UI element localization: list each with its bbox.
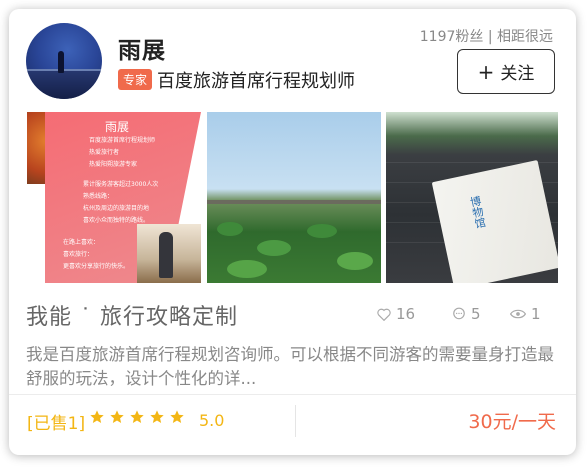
poster-inset-person	[159, 232, 173, 278]
lotus-leaf	[307, 224, 337, 238]
follow-button[interactable]: + 关注	[457, 49, 555, 94]
eye-icon	[510, 309, 526, 319]
comment-icon	[453, 307, 465, 320]
views-metric: 1	[510, 305, 541, 323]
star-icon	[130, 410, 144, 423]
lotus-leaf	[337, 252, 373, 270]
avatar-water	[26, 71, 102, 99]
gallery-image-3[interactable]: 博物馆	[386, 112, 558, 283]
star-icon	[150, 410, 164, 423]
poster-line: 更喜欢分享旅行的快乐。	[63, 263, 130, 270]
star-rating	[89, 409, 185, 425]
lotus-leaf	[257, 240, 291, 256]
museum-book: 博物馆	[431, 159, 558, 283]
gallery-image-2[interactable]	[207, 112, 381, 283]
book-text: 博物馆	[467, 194, 488, 230]
lotus-leaf	[217, 222, 243, 236]
poster-line: 在路上喜欢：	[63, 239, 100, 246]
heart-icon	[377, 308, 391, 321]
price[interactable]: 30元/一天	[468, 407, 556, 434]
lake-bridge	[207, 200, 381, 204]
service-card[interactable]: 雨展 专家 百度旅游首席行程规划师 1197粉丝 | 相距很远 + 关注 雨展 …	[9, 9, 576, 455]
poster-line: 熟悉线路：	[83, 193, 114, 200]
footer-divider	[295, 405, 296, 437]
poster-line: 百度旅游首席行程规划师	[89, 137, 156, 144]
divider	[9, 394, 576, 395]
provider-name[interactable]: 雨展	[118, 31, 166, 65]
poster-title: 雨展	[105, 120, 130, 134]
poster-line: 累计服务游客超过3000人次	[83, 181, 159, 188]
comments-count: 5	[471, 305, 481, 323]
expert-badge: 专家	[118, 69, 153, 90]
service-title[interactable]: 我能 ˙ 旅行攻略定制	[26, 299, 238, 331]
follow-label: 关注	[500, 64, 535, 84]
gallery-image-1[interactable]: 雨展 百度旅游首席行程规划师 热爱旅行者 热爱阳朔旅游专家 累计服务游客超过30…	[27, 112, 201, 283]
poster-line: 热爱阳朔旅游专家	[89, 161, 138, 168]
plus-icon: +	[477, 59, 495, 84]
star-icon	[170, 410, 184, 423]
poster-line: 杭州及周边的旅游目的地	[83, 205, 150, 212]
star-icon	[90, 410, 104, 423]
poster-line: 热爱旅行者	[89, 149, 120, 156]
comments-metric[interactable]: 5	[452, 305, 481, 323]
lotus-leaf	[227, 260, 267, 278]
rating-value: 5.0	[199, 411, 225, 430]
provider-stats: 1197粉丝 | 相距很远	[419, 29, 553, 45]
likes-count: 16	[396, 305, 416, 323]
avatar-figure	[58, 51, 64, 73]
service-description: 我是百度旅游首席行程规划咨询师。可以根据不同游客的需要量身打造最舒服的玩法，设计…	[26, 345, 554, 388]
provider-title: 百度旅游首席行程规划师	[157, 71, 355, 92]
star-icon	[110, 410, 124, 423]
avatar[interactable]	[26, 23, 102, 99]
poster-line: 喜欢旅行：	[63, 251, 94, 258]
sold-count: [已售1]	[27, 414, 86, 434]
likes-metric[interactable]: 16	[377, 305, 415, 323]
views-count: 1	[531, 305, 541, 323]
